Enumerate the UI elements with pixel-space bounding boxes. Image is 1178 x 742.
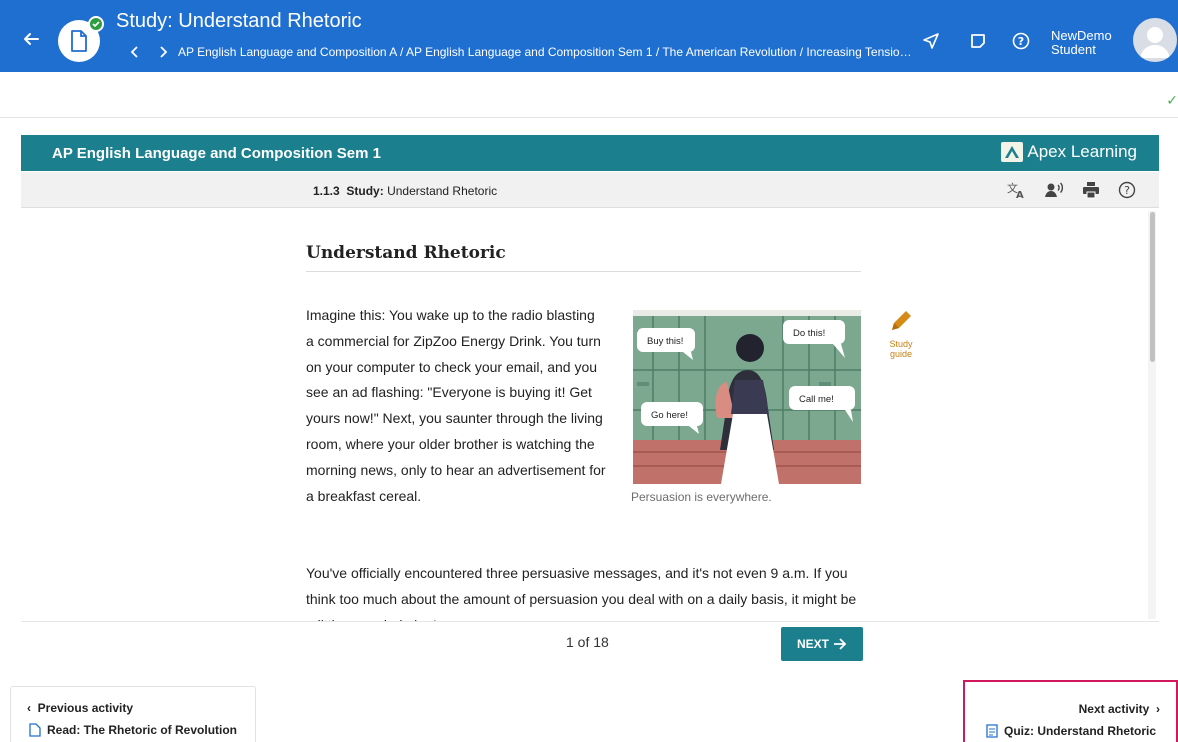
- quiz-icon: [986, 724, 998, 738]
- saved-check-icon: ✓: [1166, 92, 1178, 108]
- check-icon: [88, 16, 104, 32]
- pencil-icon: [892, 311, 911, 330]
- top-app-bar: Study: Understand Rhetoric AP English La…: [0, 0, 1178, 72]
- read-aloud-icon[interactable]: [1044, 180, 1064, 200]
- page-count: 1 of 18: [566, 634, 609, 650]
- bubble-text: Call me!: [799, 394, 834, 405]
- avatar-icon[interactable]: [1133, 18, 1177, 62]
- back-arrow-icon[interactable]: [20, 28, 42, 50]
- previous-activity-card[interactable]: ‹ Previous activity Read: The Rhetoric o…: [10, 686, 256, 742]
- page-title: Study: Understand Rhetoric: [116, 10, 362, 32]
- app-window: Study: Understand Rhetoric AP English La…: [0, 0, 1178, 742]
- bubble-text: Buy this!: [647, 336, 683, 347]
- next-activity-item: Quiz: Understand Rhetoric: [986, 724, 1156, 738]
- activity-header: 1.1.3 Study: Understand Rhetoric 文A ?: [21, 172, 1159, 208]
- send-icon[interactable]: [920, 30, 942, 52]
- next-activity-label: Next activity ›: [1078, 702, 1160, 716]
- lesson-heading: Understand Rhetoric: [306, 243, 506, 263]
- svg-text:A: A: [1016, 190, 1024, 199]
- breadcrumb[interactable]: AP English Language and Composition A / …: [178, 45, 912, 59]
- help-icon[interactable]: ?: [1117, 180, 1137, 200]
- note-icon[interactable]: [967, 30, 989, 52]
- course-title: AP English Language and Composition Sem …: [52, 145, 381, 162]
- document-icon: [29, 723, 41, 737]
- course-header: AP English Language and Composition Sem …: [21, 135, 1159, 171]
- toolbar-strip: [0, 72, 1178, 118]
- previous-activity-item: Read: The Rhetoric of Revolution: [29, 723, 237, 737]
- lesson-paragraph: Imagine this: You wake up to the radio b…: [306, 307, 606, 504]
- lesson-illustration[interactable]: Buy this! Do this! Call me! Go here!: [633, 310, 861, 484]
- image-caption: Persuasion is everywhere.: [631, 490, 772, 504]
- divider: [306, 271, 861, 272]
- svg-text:?: ?: [1124, 184, 1130, 197]
- arrow-right-icon: [834, 638, 847, 650]
- user-name[interactable]: NewDemo Student: [1051, 29, 1112, 57]
- chevron-left-icon[interactable]: [124, 43, 146, 61]
- previous-activity-label: ‹ Previous activity: [27, 701, 134, 715]
- activity-label: 1.1.3 Study: Understand Rhetoric: [313, 184, 498, 198]
- svg-text:?: ?: [1018, 35, 1024, 48]
- scrollbar-thumb[interactable]: [1150, 212, 1155, 362]
- chevron-right-icon[interactable]: [152, 43, 174, 61]
- next-activity-card[interactable]: Next activity › Quiz: Understand Rhetori…: [963, 680, 1178, 742]
- study-guide-button[interactable]: Study guide: [887, 306, 915, 359]
- next-button[interactable]: NEXT: [781, 627, 863, 661]
- help-icon[interactable]: ?: [1010, 30, 1032, 52]
- chevron-left-icon: ‹: [27, 701, 31, 715]
- translate-icon[interactable]: 文A: [1006, 180, 1026, 200]
- chevron-right-icon: ›: [1156, 702, 1160, 716]
- bubble-text: Go here!: [651, 410, 688, 421]
- print-icon[interactable]: [1081, 180, 1101, 200]
- breadcrumb-nav: [124, 43, 174, 61]
- brand-logo: Apex Learning: [1001, 142, 1137, 162]
- bubble-text: Do this!: [793, 328, 825, 339]
- apex-logo-icon: [1001, 142, 1024, 162]
